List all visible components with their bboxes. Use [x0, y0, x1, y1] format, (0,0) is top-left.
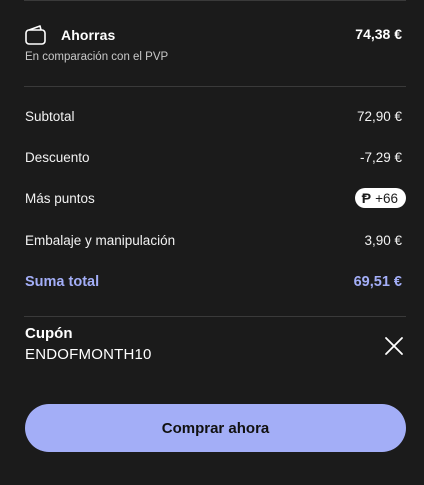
points-badge: Ᵽ +66: [354, 188, 406, 208]
packaging-label: Embalaje y manipulación: [25, 233, 176, 248]
divider: [24, 86, 406, 87]
points-value: +66: [375, 190, 398, 206]
subtotal-label: Subtotal: [25, 109, 75, 124]
savings-value: 74,38 €: [355, 26, 402, 42]
total-value: 69,51 €: [353, 274, 402, 290]
points-icon: Ᵽ: [361, 190, 372, 206]
subtotal-row: Subtotal 72,90 €: [24, 107, 402, 129]
close-icon: [385, 337, 403, 355]
total-label: Suma total: [25, 274, 100, 290]
coupon-code: ENDOFMONTH10: [25, 346, 152, 363]
discount-value: -7,29 €: [359, 150, 402, 165]
savings-section: Ahorras 74,38 € En comparación con el PV…: [24, 24, 402, 68]
points-label: Más puntos: [25, 191, 95, 206]
divider: [24, 316, 406, 317]
discount-label: Descuento: [25, 150, 90, 165]
coupon-title: Cupón: [25, 325, 73, 342]
packaging-value: 3,90 €: [364, 233, 402, 248]
order-summary-panel: Ahorras 74,38 € En comparación con el PV…: [0, 0, 424, 485]
wallet-icon: [24, 24, 48, 46]
top-divider: [24, 0, 406, 1]
subtotal-value: 72,90 €: [356, 109, 402, 124]
packaging-row: Embalaje y manipulación 3,90 €: [24, 231, 402, 253]
total-row: Suma total 69,51 €: [24, 272, 402, 294]
discount-row: Descuento -7,29 €: [24, 148, 402, 170]
savings-label: Ahorras: [61, 27, 116, 43]
savings-subtitle: En comparación con el PVP: [25, 51, 169, 63]
buy-now-button[interactable]: Comprar ahora: [25, 404, 406, 452]
remove-coupon-button[interactable]: [382, 334, 406, 358]
points-row: Más puntos Ᵽ +66: [24, 188, 406, 211]
